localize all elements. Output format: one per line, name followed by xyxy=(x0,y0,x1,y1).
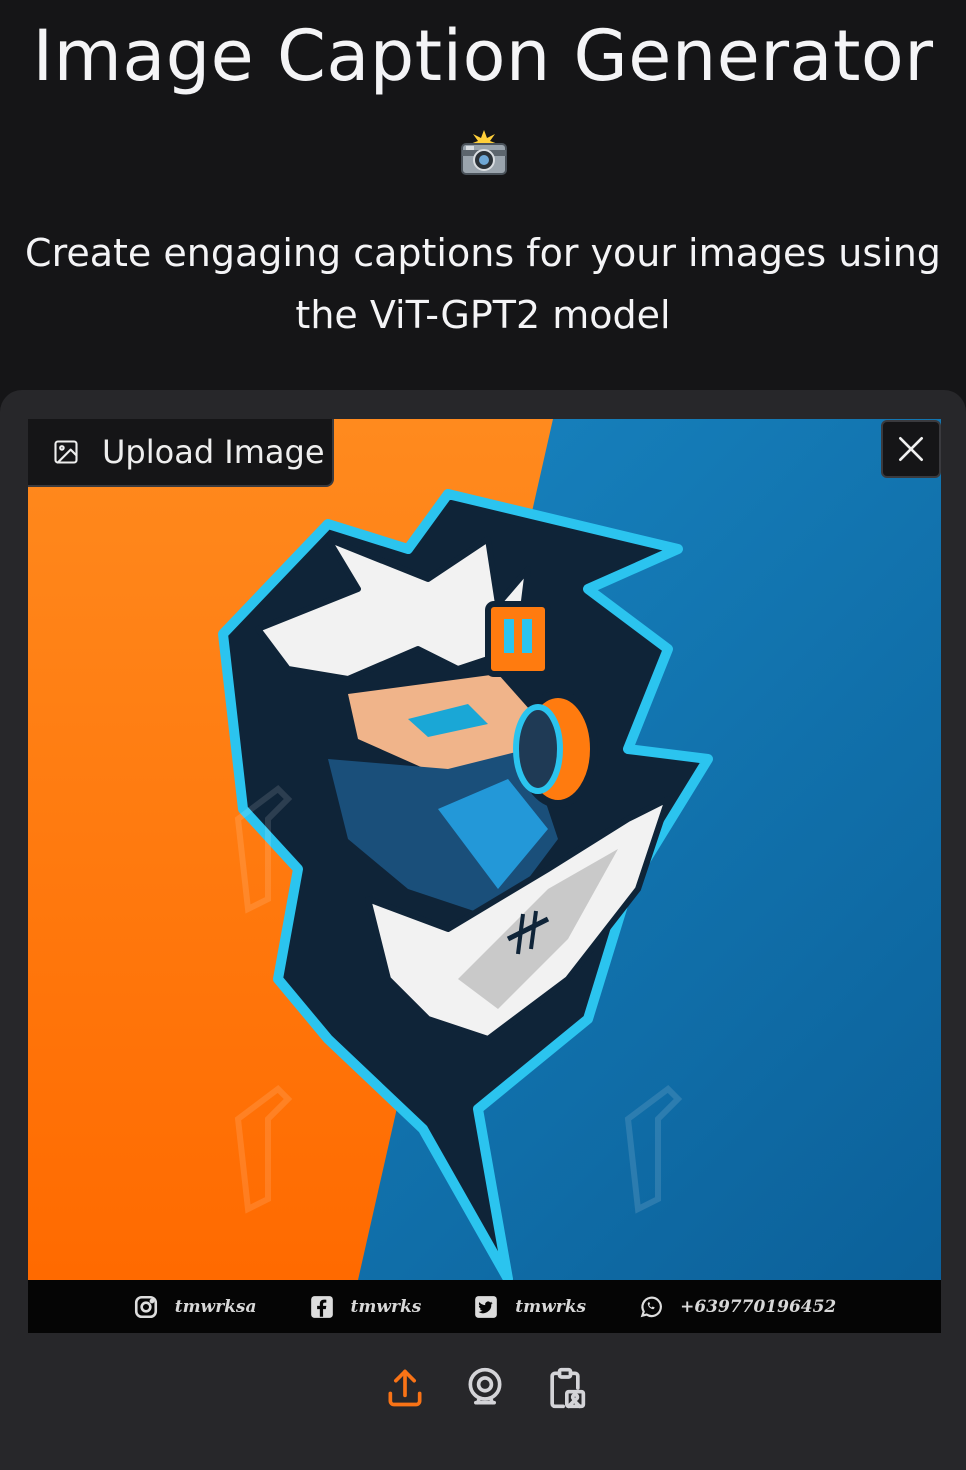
close-icon xyxy=(899,437,923,461)
social-twitter: tmwrks xyxy=(473,1294,586,1320)
page-subtitle: Create engaging captions for your images… xyxy=(25,231,941,337)
social-whatsapp: +639770196452 xyxy=(638,1294,836,1320)
clear-image-button[interactable] xyxy=(881,420,941,478)
social-whatsapp-number: +639770196452 xyxy=(680,1296,837,1317)
page-title: Image Caption Generator xyxy=(32,15,934,97)
clipboard-source-button[interactable] xyxy=(541,1363,589,1413)
instagram-icon xyxy=(134,1295,157,1318)
whatsapp-icon xyxy=(640,1296,663,1317)
image-preview xyxy=(28,419,941,1334)
upload-icon xyxy=(388,1369,421,1407)
image-input-label-text: Upload Image xyxy=(102,433,325,471)
upload-source-button[interactable] xyxy=(381,1363,429,1413)
image-source-toolbar xyxy=(28,1333,941,1453)
social-instagram: tmwrksa xyxy=(133,1294,257,1320)
image-social-bar: tmwrksa tmwrks tmwrks +639770196452 xyxy=(28,1280,941,1333)
image-icon xyxy=(54,440,78,464)
webcam-icon xyxy=(468,1367,501,1405)
social-facebook-handle: tmwrks xyxy=(350,1296,422,1317)
twitter-icon xyxy=(475,1295,498,1318)
social-facebook: tmwrks xyxy=(309,1294,422,1320)
webcam-source-button[interactable] xyxy=(461,1363,509,1413)
clipboard-icon xyxy=(549,1367,585,1409)
social-twitter-handle: tmwrks xyxy=(515,1296,587,1317)
image-input-label: Upload Image xyxy=(28,419,334,487)
facebook-icon xyxy=(310,1295,333,1318)
esports-mascot-image xyxy=(28,419,941,1334)
social-instagram-handle: tmwrksa xyxy=(174,1296,257,1317)
camera-with-flash-icon xyxy=(461,130,507,175)
